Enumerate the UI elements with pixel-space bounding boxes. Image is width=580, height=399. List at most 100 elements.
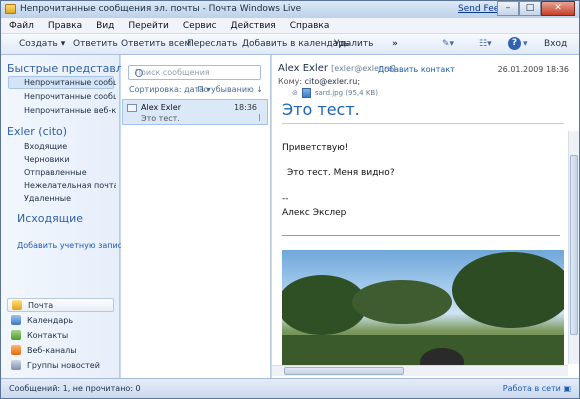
trees-right <box>452 252 564 328</box>
nav-newsgroups[interactable]: Группы новостей <box>7 358 114 372</box>
sort-order-toggle[interactable]: По убыванию ↓ <box>198 85 263 94</box>
nav-feeds-label: Веб-каналы <box>27 345 77 355</box>
horizontal-scroll-thumb[interactable] <box>284 367 404 375</box>
nav-contacts[interactable]: Контакты <box>7 328 114 342</box>
message-time: 18:36 <box>233 103 257 112</box>
to-value: cito@exler.ru; <box>304 77 361 86</box>
body-text: Это тест. Меня видно? <box>287 168 395 178</box>
horizontal-rule <box>282 235 560 236</box>
message-subject-heading: Это тест. <box>282 100 360 119</box>
attachment[interactable]: ⊘ sard.jpg (95,4 KB) <box>292 88 378 98</box>
maximize-button[interactable]: □ <box>519 1 541 16</box>
menu-view[interactable]: Вид <box>96 21 114 31</box>
menu-go[interactable]: Перейти <box>128 21 169 31</box>
nav-mail-label: Почта <box>28 300 54 310</box>
search-placeholder: Поиск сообщения <box>135 68 210 77</box>
divider <box>282 123 564 124</box>
reply-all-button[interactable]: Ответить всем <box>121 39 191 49</box>
signature-dash: -- <box>282 194 289 204</box>
rss-icon <box>11 345 21 355</box>
delete-button[interactable]: Удалить <box>334 39 373 49</box>
add-account-link[interactable]: Добавить учетную запись ... <box>17 241 137 250</box>
message-row[interactable]: Alex Exler 18:36 Это тест. <box>122 99 268 125</box>
search-icon[interactable] <box>135 69 143 77</box>
folder-sent[interactable]: Отправленные <box>24 168 116 177</box>
folder-pane: Быстрые представл... Непрочитанные сообщ… <box>1 55 137 378</box>
network-icon: ▣ <box>563 384 571 393</box>
brush-icon[interactable]: ✎▾ <box>442 39 454 49</box>
nav-calendar[interactable]: Календарь <box>7 313 114 327</box>
reading-pane: Alex Exler [exler@exler.ru] Добавить кон… <box>272 55 579 378</box>
forward-button[interactable]: Переслать <box>187 39 237 49</box>
search-input[interactable]: Поиск сообщения <box>128 65 261 80</box>
image-content <box>282 252 564 365</box>
flag-icon[interactable] <box>259 114 264 121</box>
add-contact-link[interactable]: Добавить контакт <box>378 65 455 74</box>
module-nav: Почта Календарь Контакты Веб-каналы Груп… <box>1 298 119 378</box>
paperclip-icon: ⊘ <box>292 89 298 97</box>
contacts-icon <box>11 330 21 340</box>
menu-bar: Файл Правка Вид Перейти Сервис Действия … <box>1 18 579 34</box>
trees-middle <box>352 280 452 324</box>
outbox-title[interactable]: Исходящие <box>17 212 83 225</box>
vertical-scrollbar[interactable] <box>568 131 579 364</box>
minimize-button[interactable]: – <box>497 1 519 16</box>
message-date: 26.01.2009 18:36 <box>497 65 569 74</box>
folder-drafts[interactable]: Черновики <box>24 155 116 164</box>
menu-edit[interactable]: Правка <box>48 21 82 31</box>
status-bar: Сообщений: 1, не прочитано: 0 Работа в с… <box>1 378 579 398</box>
mail-window: Непрочитанные сообщения эл. почты - Почт… <box>0 0 580 399</box>
online-status-label: Работа в сети <box>502 384 561 393</box>
quick-views-title[interactable]: Быстрые представл... <box>7 62 133 75</box>
signature: Алекс Экслер <box>282 208 347 218</box>
reply-button[interactable]: Ответить <box>73 39 118 49</box>
recipient-line: Кому: cito@exler.ru; <box>278 77 360 86</box>
sort-bar: Сортировка: дата ▾ По убыванию ↓ <box>129 85 263 94</box>
help-icon[interactable]: ? <box>508 37 521 50</box>
message-list-pane: Поиск сообщения Сортировка: дата ▾ По уб… <box>121 55 271 378</box>
attachment-name: sard.jpg (95,4 KB) <box>314 89 378 97</box>
menu-file[interactable]: Файл <box>9 21 34 31</box>
sender-name-text: Alex Exler <box>278 63 328 74</box>
nav-newsgroups-label: Группы новостей <box>27 360 100 370</box>
calendar-icon <box>11 315 21 325</box>
close-button[interactable]: ✕ <box>541 1 575 16</box>
title-bar: Непрочитанные сообщения эл. почты - Почт… <box>1 1 579 18</box>
message-sender: Alex Exler <box>141 103 181 112</box>
menu-actions[interactable]: Действия <box>231 21 276 31</box>
quick-view-unread-feeds[interactable]: Непрочитанные веб-ка... <box>24 106 116 115</box>
envelope-icon <box>127 104 137 112</box>
folder-deleted[interactable]: Удаленные <box>24 194 116 203</box>
to-label: Кому: <box>278 77 303 86</box>
nav-feeds[interactable]: Веб-каналы <box>7 343 114 357</box>
nav-calendar-label: Календарь <box>27 315 74 325</box>
vertical-scroll-thumb[interactable] <box>570 155 578 335</box>
help-dropdown-icon[interactable]: ▾ <box>523 39 528 49</box>
layout-icon[interactable]: ☷▾ <box>479 39 492 49</box>
more-button[interactable]: » <box>392 39 398 49</box>
message-count: Сообщений: 1, не прочитано: 0 <box>9 384 141 393</box>
create-button[interactable]: Создать ▾ <box>19 39 65 49</box>
create-label: Создать <box>19 39 58 49</box>
app-icon <box>5 4 16 14</box>
image-file-icon <box>301 88 311 98</box>
sign-in-button[interactable]: Вход <box>544 39 567 49</box>
window-title: Непрочитанные сообщения эл. почты - Почт… <box>20 4 302 14</box>
message-subject: Это тест. <box>141 114 180 123</box>
newsgroups-icon <box>11 360 21 370</box>
horizontal-scrollbar[interactable] <box>272 365 568 376</box>
menu-help[interactable]: Справка <box>290 21 330 31</box>
mail-icon <box>12 300 22 310</box>
account-title[interactable]: Exler (cito) <box>7 125 67 138</box>
nav-mail[interactable]: Почта <box>7 298 114 312</box>
nav-contacts-label: Контакты <box>27 330 69 340</box>
menu-tools[interactable]: Сервис <box>183 21 217 31</box>
window-controls: – □ ✕ <box>497 1 575 16</box>
online-status[interactable]: Работа в сети ▣ <box>503 384 571 393</box>
chevron-down-icon: ▾ <box>60 39 66 49</box>
folder-junk[interactable]: Нежелательная почта <box>24 181 116 190</box>
attached-image <box>282 250 564 365</box>
quick-view-unread-messages[interactable]: Непрочитанные сообщ... <box>24 92 116 101</box>
quick-view-unread-mail[interactable]: Непрочитанные сообщ... <box>24 78 116 87</box>
folder-inbox[interactable]: Входящие <box>24 142 116 151</box>
